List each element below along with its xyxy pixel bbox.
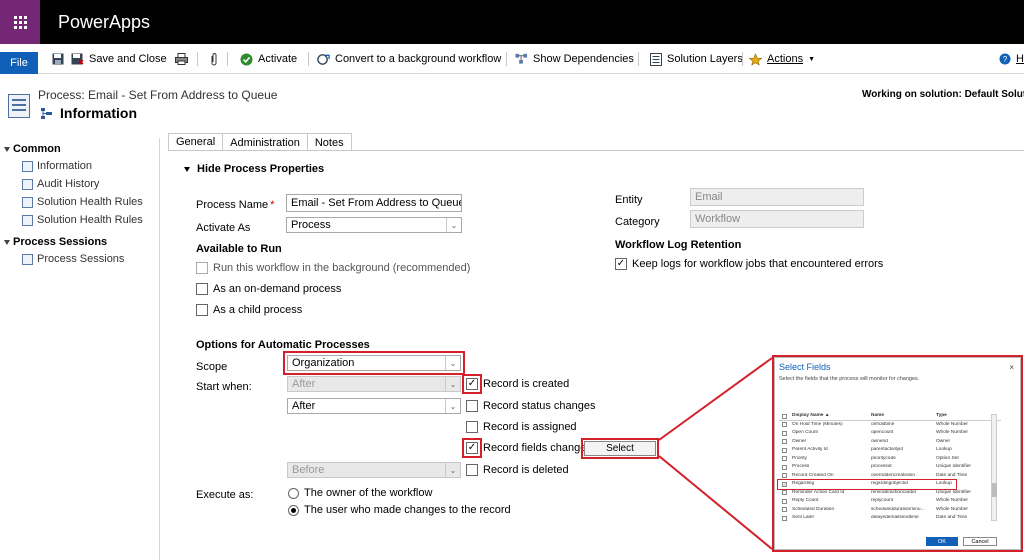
highlight-dialog — [772, 355, 1023, 552]
